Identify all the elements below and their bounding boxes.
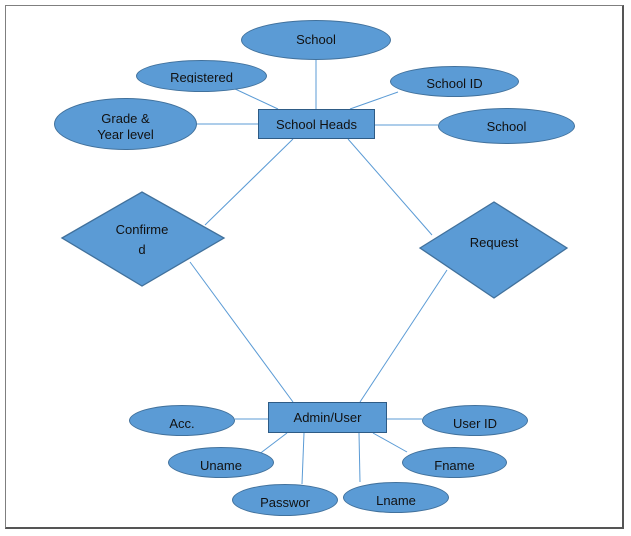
- attr-fname: Fname: [402, 447, 507, 478]
- confirmed-line2: d: [138, 242, 146, 257]
- attr-school-id: School ID: [390, 66, 519, 97]
- attr-label: Fname: [434, 458, 475, 470]
- attr-label: School: [296, 32, 336, 47]
- line-school-id: [349, 91, 399, 110]
- connector-lines: [60, 60, 569, 485]
- attr-label: Lname: [376, 493, 416, 505]
- attr-user-id: User ID: [422, 405, 528, 436]
- attr-label: Passwor: [260, 495, 310, 507]
- line-uname: [257, 432, 288, 456]
- attr-password: Passwor: [232, 484, 338, 516]
- attr-label: User ID: [452, 416, 498, 428]
- attr-label: Grade & Year level: [97, 111, 154, 141]
- entity-school-heads: School Heads: [258, 109, 375, 139]
- line-password: [301, 432, 305, 485]
- line-registered: [232, 87, 279, 110]
- attr-label: Uname: [200, 458, 242, 470]
- attr-label: Registered: [170, 70, 233, 83]
- attr-registered: Registered: [136, 60, 267, 92]
- attr-school-top: School: [241, 20, 391, 60]
- attr-school-right: School: [438, 108, 575, 144]
- line-lname: [358, 432, 361, 483]
- line-heads-confirmed: [204, 138, 294, 226]
- attr-label: School: [486, 119, 527, 134]
- line-request-admin: [359, 269, 448, 403]
- er-diagram: Confirme d Request School Registered Sch…: [0, 0, 631, 536]
- attr-label: School ID: [426, 76, 483, 89]
- attr-grade-year-level: Grade & Year level: [54, 98, 197, 150]
- confirmed-line1: Confirme: [115, 222, 169, 237]
- entity-admin-user: Admin/User: [268, 402, 387, 433]
- attr-label: Acc.: [169, 416, 195, 428]
- relationship-confirmed-label: Confirme d: [102, 220, 182, 260]
- attr-acc: Acc.: [129, 405, 235, 436]
- line-heads-request: [347, 138, 433, 236]
- attr-uname: Uname: [168, 447, 274, 478]
- attr-lname: Lname: [343, 482, 449, 513]
- relationship-request-label: Request: [469, 235, 519, 250]
- line-fname: [372, 432, 408, 453]
- line-confirmed-admin: [189, 261, 294, 403]
